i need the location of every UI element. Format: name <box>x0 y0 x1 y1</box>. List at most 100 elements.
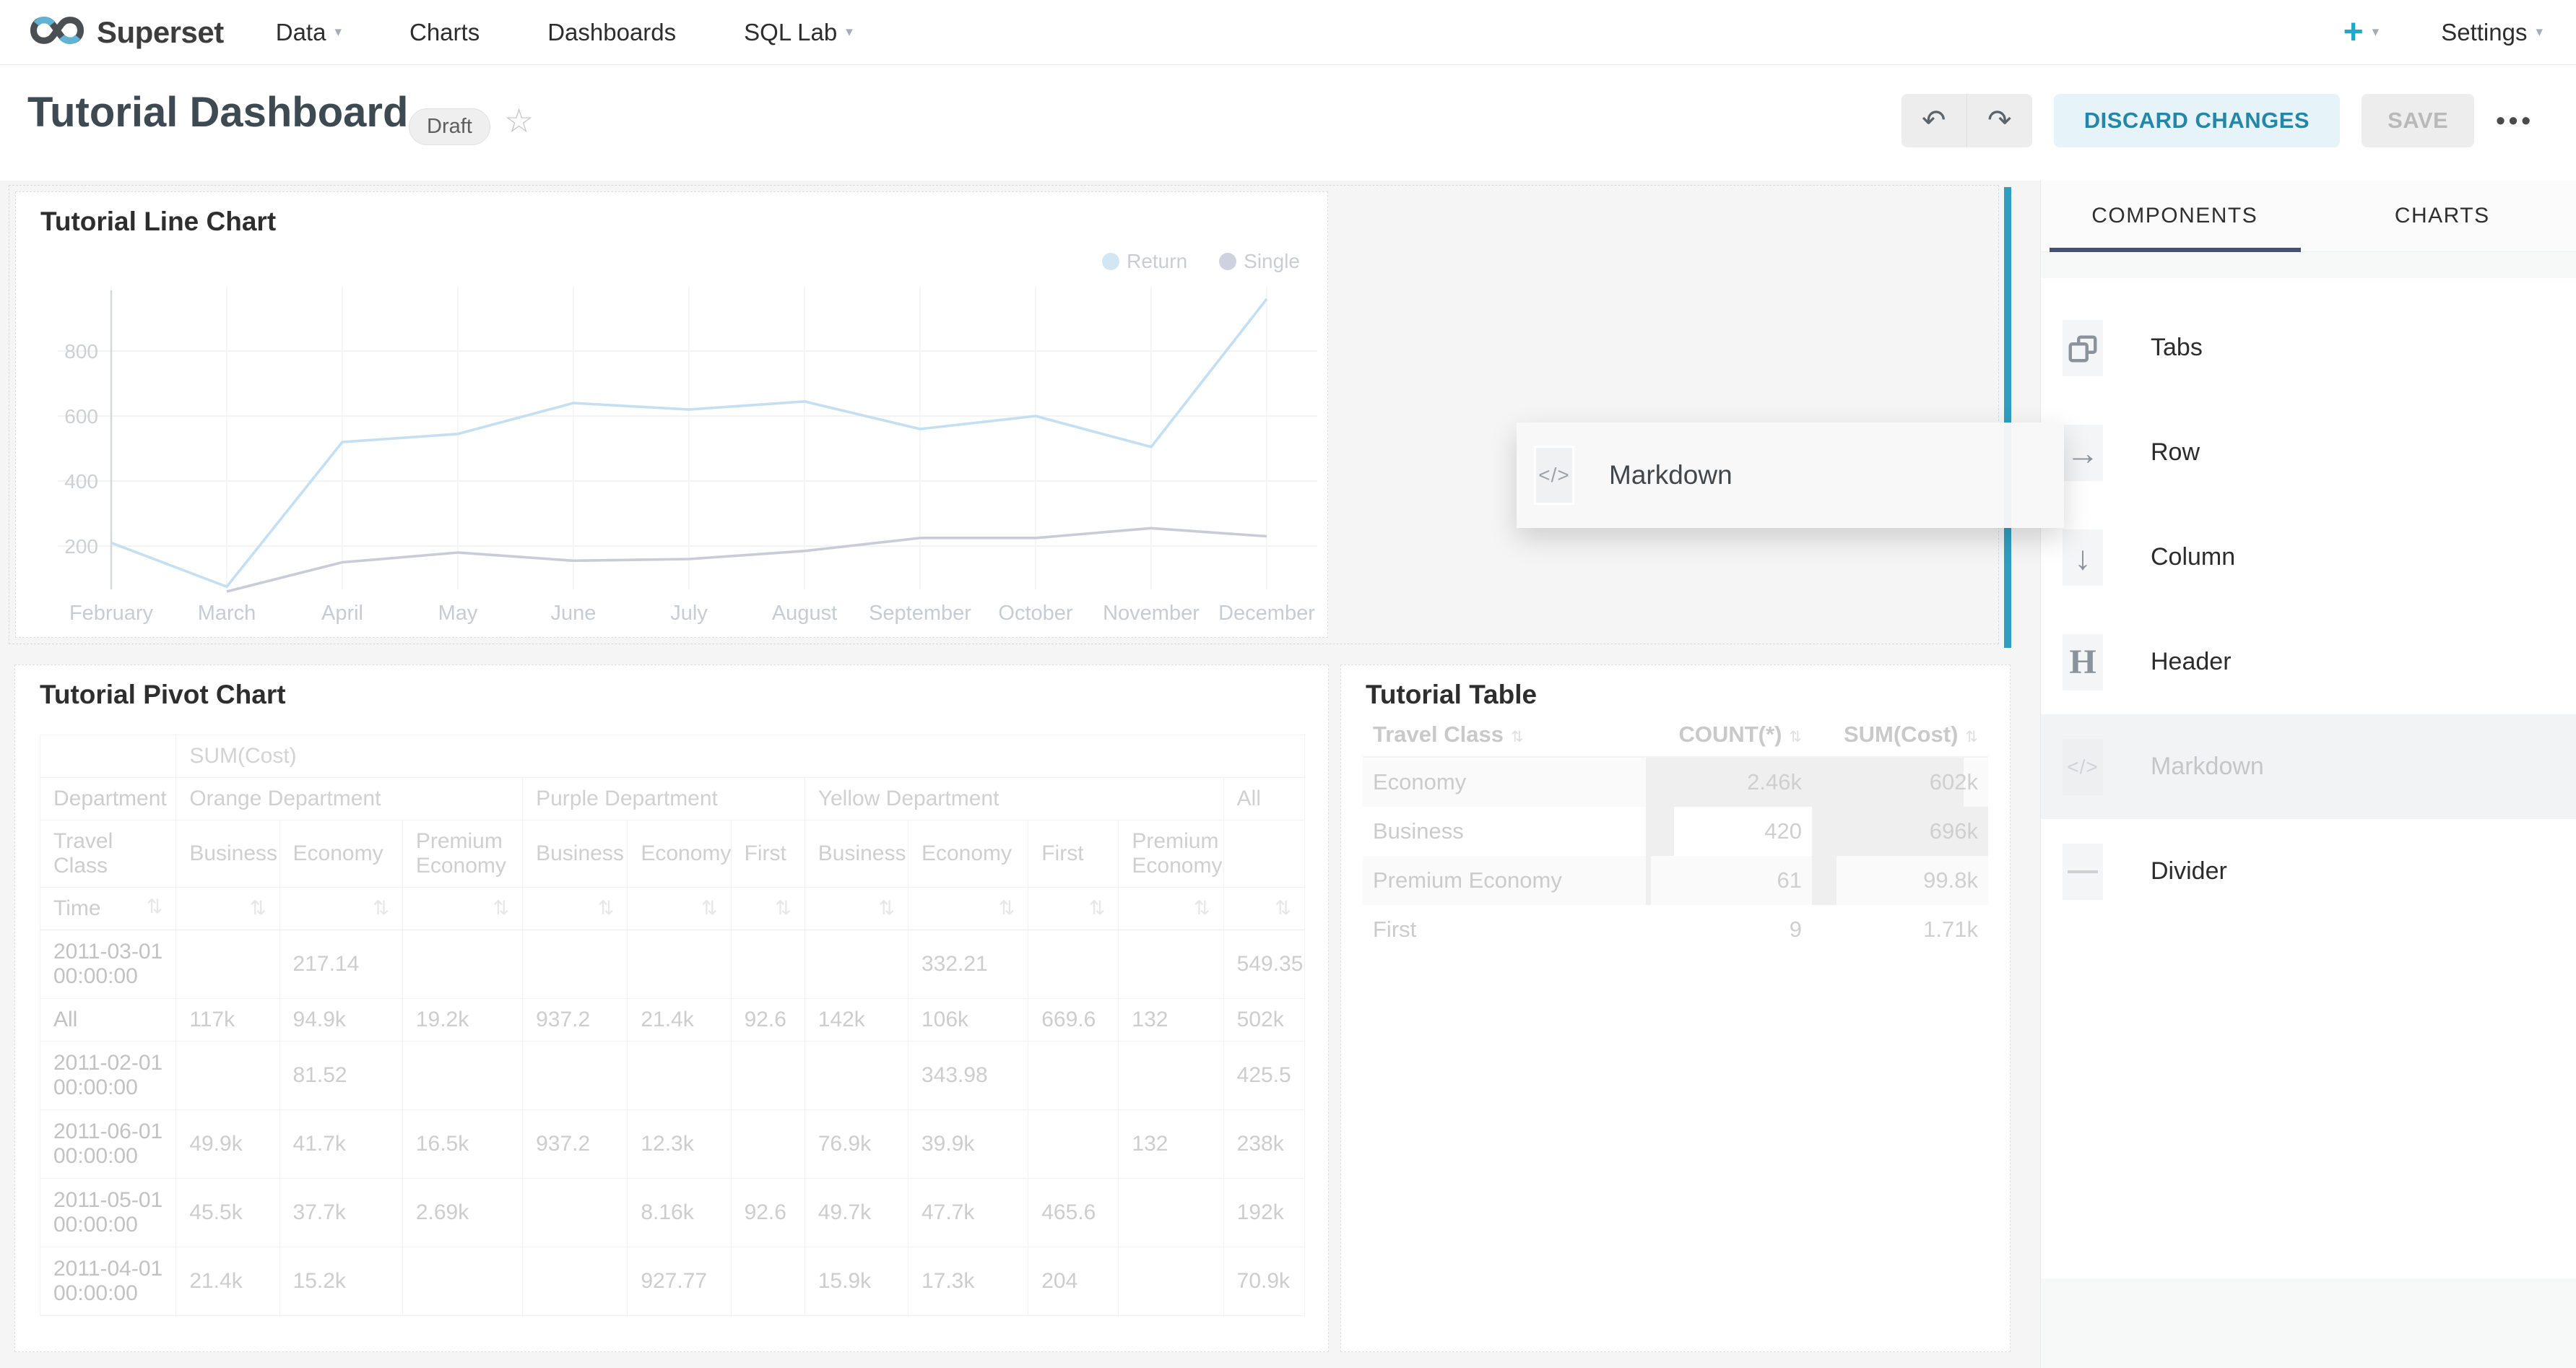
tab-components[interactable]: COMPONENTS <box>2041 181 2309 251</box>
sidebar-item-divider[interactable]: Divider <box>2041 819 2576 924</box>
pivot-cell <box>731 1247 805 1316</box>
sort-icon[interactable]: ⇅ <box>1275 898 1291 919</box>
nav-item-sql-lab[interactable]: SQL Lab▾ <box>744 19 853 46</box>
table-cell-travel-class: Premium Economy <box>1363 856 1646 905</box>
pivot-cell <box>731 1042 805 1110</box>
drop-indicator <box>2004 187 2011 648</box>
more-options-icon[interactable]: ••• <box>2496 105 2534 136</box>
table-cell-sum: 602k <box>1812 757 1988 807</box>
svg-text:February: February <box>69 602 154 625</box>
sort-icon[interactable]: ⇅ <box>147 896 163 918</box>
undo-icon: ↶ <box>1922 104 1946 137</box>
pivot-cell: 45.5k <box>176 1179 279 1247</box>
sort-icon[interactable]: ⇅ <box>1194 898 1210 919</box>
table-cell-travel-class: Business <box>1363 807 1646 856</box>
legend-item-single[interactable]: Single <box>1219 250 1300 273</box>
nav-item-label: Data <box>276 19 326 46</box>
pivot-cell <box>805 1042 908 1110</box>
chevron-down-icon: ▾ <box>2372 25 2380 39</box>
settings-label: Settings <box>2441 19 2527 46</box>
save-button[interactable]: SAVE <box>2362 94 2474 147</box>
pivot-cell: 2.69k <box>402 1179 522 1247</box>
table-header-row: Travel Class⇅COUNT(*)⇅SUM(Cost)⇅ <box>1363 713 1988 757</box>
page-title[interactable]: Tutorial Dashboard <box>27 88 408 137</box>
table-cell-travel-class: First <box>1363 905 1646 954</box>
superset-brand[interactable]: Superset <box>29 12 224 53</box>
svg-text:November: November <box>1103 602 1200 625</box>
pivot-cell <box>731 930 805 999</box>
sort-icon[interactable]: ⇅ <box>493 898 509 919</box>
favorite-star-icon[interactable]: ☆ <box>504 101 534 140</box>
table-row: Premium Economy6199.8k <box>1363 856 1988 905</box>
table-row: Business420696k <box>1363 807 1988 856</box>
sidebar-item-row[interactable]: →Row <box>2041 400 2576 505</box>
nav-menu: Data▾ Charts Dashboards SQL Lab▾ <box>276 19 921 46</box>
sort-icon[interactable]: ⇅ <box>878 898 895 919</box>
header-actions: ↶ ↷ DISCARD CHANGES SAVE ••• <box>1901 94 2534 147</box>
nav-item-label: Dashboards <box>547 19 676 46</box>
table-cell-count: 2.46k <box>1646 757 1812 807</box>
nav-item-dashboards[interactable]: Dashboards <box>547 19 676 46</box>
line-chart-plot: 200400600800FebruaryMarchAprilMayJuneJul… <box>58 286 1317 637</box>
discard-changes-button[interactable]: DISCARD CHANGES <box>2054 94 2340 147</box>
tab-charts[interactable]: CHARTS <box>2309 181 2576 251</box>
pivot-cell: 49.7k <box>805 1179 908 1247</box>
pivot-row-header: 2011-06-01 00:00:00 <box>40 1110 176 1179</box>
undo-button[interactable]: ↶ <box>1901 94 1966 147</box>
pivot-row: All117k94.9k19.2k937.221.4k92.6142k106k6… <box>40 999 1305 1042</box>
table-row: First91.71k <box>1363 905 1988 954</box>
sort-icon[interactable]: ⇅ <box>250 898 266 919</box>
settings-menu[interactable]: Settings ▾ <box>2441 19 2543 46</box>
table-column-header[interactable]: Travel Class⇅ <box>1363 713 1646 757</box>
legend-item-return[interactable]: Return <box>1102 250 1187 273</box>
pivot-column-header: Business <box>523 821 628 888</box>
chart-title: Tutorial Table <box>1366 680 1537 710</box>
header-icon: H <box>2063 634 2103 691</box>
sidebar-item-header[interactable]: H Header <box>2041 610 2576 714</box>
sort-icon[interactable]: ⇅ <box>598 898 615 919</box>
pivot-cell: 217.14 <box>279 930 402 999</box>
new-item-button[interactable]: + ▾ <box>2343 15 2380 50</box>
svg-text:800: 800 <box>64 340 98 363</box>
sort-icon[interactable]: ⇅ <box>701 898 718 919</box>
table-cell-sum: 99.8k <box>1812 856 1988 905</box>
pivot-cell: 37.7k <box>279 1179 402 1247</box>
dashboard-canvas: Tutorial Line Chart ReturnSingle 2004006… <box>0 181 2040 1368</box>
sidebar-item-tabs[interactable]: Tabs <box>2041 295 2576 400</box>
pivot-cell <box>628 930 731 999</box>
sidebar-strip <box>2041 252 2576 278</box>
drag-card-label: Markdown <box>1609 460 1732 490</box>
sidebar-item-label: Markdown <box>2151 753 2264 781</box>
sidebar-item-markdown[interactable]: </>Markdown <box>2041 714 2576 819</box>
pivot-cell: 132 <box>1119 1110 1223 1179</box>
pivot-cell: 92.6 <box>731 999 805 1042</box>
pivot-column-header: Premium Economy <box>1119 821 1223 888</box>
sort-icon[interactable]: ⇅ <box>775 898 792 919</box>
pivot-chart-card[interactable]: Tutorial Pivot Chart SUM(Cost)Department… <box>14 664 1329 1352</box>
pivot-group-header: Purple Department <box>523 778 805 821</box>
line-chart-card[interactable]: Tutorial Line Chart ReturnSingle 2004006… <box>15 191 1328 638</box>
svg-text:200: 200 <box>64 535 98 558</box>
table-chart-card[interactable]: Tutorial Table Travel Class⇅COUNT(*)⇅SUM… <box>1340 664 2011 1352</box>
sidebar-item-label: Header <box>2151 648 2232 676</box>
sidebar-item-column[interactable]: ↓Column <box>2041 505 2576 610</box>
dragged-markdown-card[interactable]: </> Markdown <box>1517 423 2064 528</box>
sort-icon[interactable]: ⇅ <box>999 898 1015 919</box>
redo-icon: ↷ <box>1987 104 2012 137</box>
sort-icon[interactable]: ⇅ <box>1089 898 1106 919</box>
sort-icon[interactable]: ⇅ <box>373 898 389 919</box>
pivot-cell: 21.4k <box>176 1247 279 1316</box>
sidebar-item-label: Row <box>2151 438 2200 467</box>
dashboard-row-top[interactable]: Tutorial Line Chart ReturnSingle 2004006… <box>9 185 1999 644</box>
table-column-header[interactable]: SUM(Cost)⇅ <box>1812 713 1988 757</box>
table-column-header[interactable]: COUNT(*)⇅ <box>1646 713 1812 757</box>
nav-item-charts[interactable]: Charts <box>409 19 480 46</box>
redo-button[interactable]: ↷ <box>1967 94 2032 147</box>
nav-item-data[interactable]: Data▾ <box>276 19 342 46</box>
pivot-row-header: 2011-04-01 00:00:00 <box>40 1247 176 1316</box>
table-cell-travel-class: Economy <box>1363 757 1646 807</box>
pivot-column-header: Economy <box>628 821 731 888</box>
svg-text:August: August <box>772 602 837 625</box>
pivot-cell: 465.6 <box>1028 1179 1119 1247</box>
pivot-colhead-row: Travel ClassBusinessEconomyPremium Econo… <box>40 821 1305 888</box>
